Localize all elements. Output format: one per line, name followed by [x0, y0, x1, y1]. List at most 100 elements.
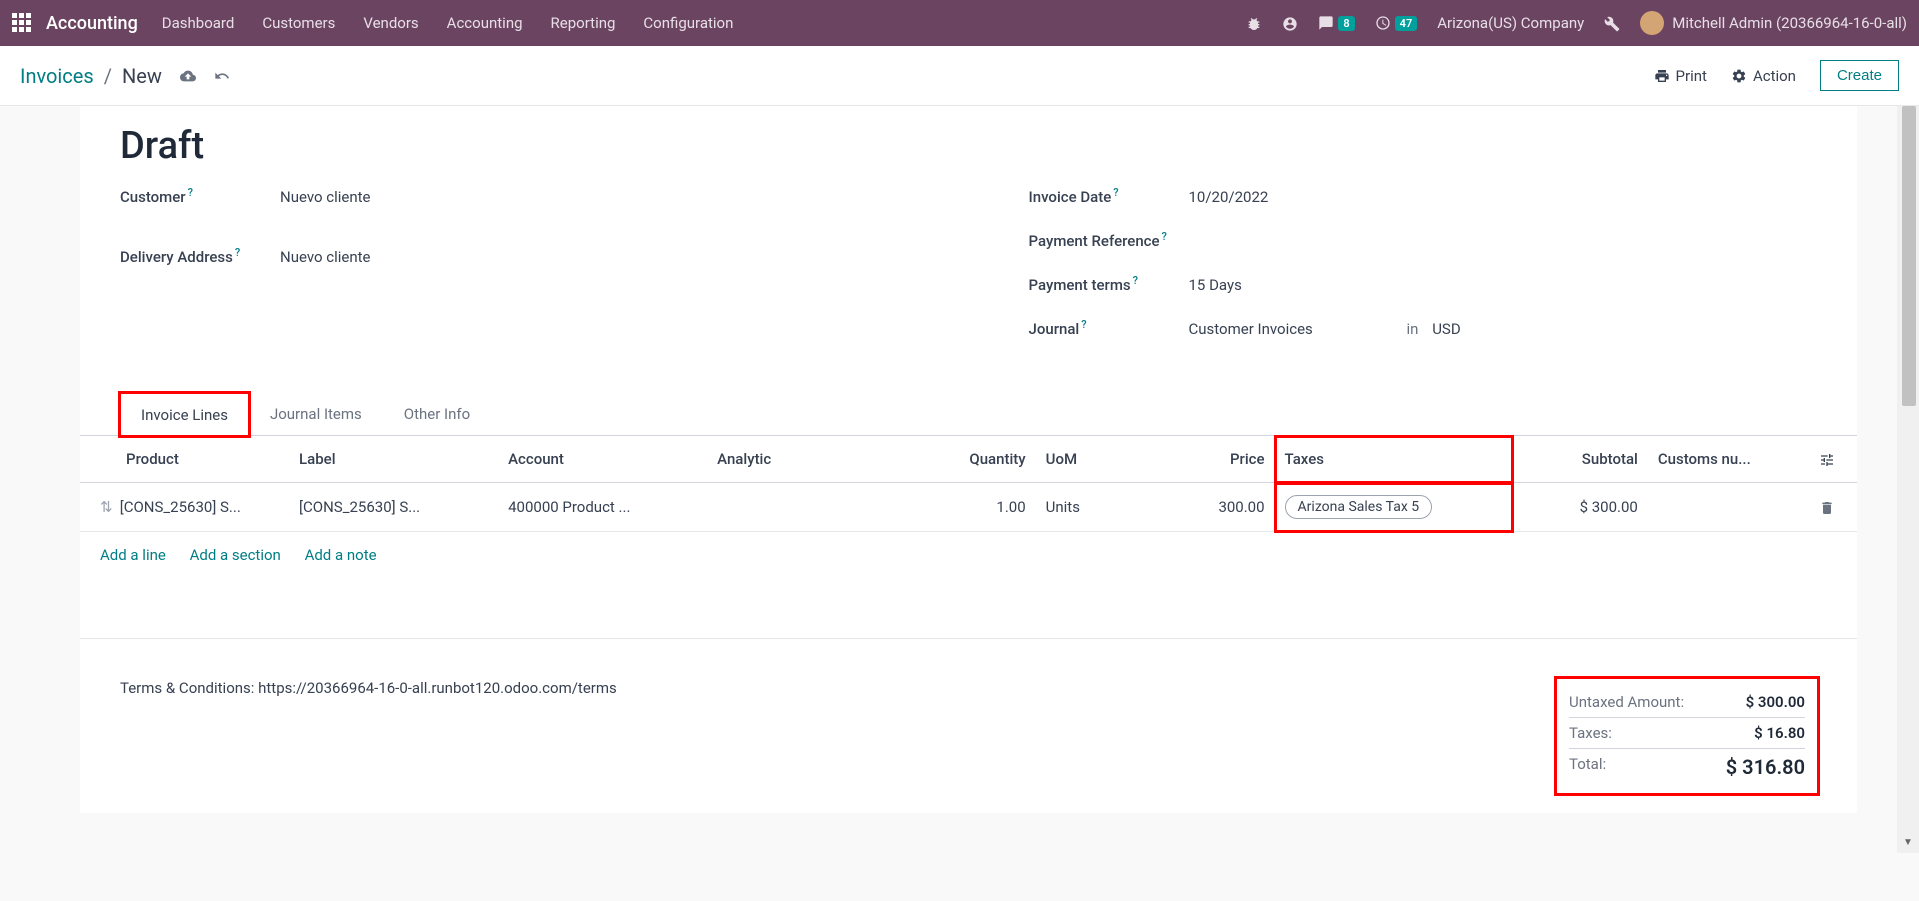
- main-content: Draft Customer? Nuevo cliente Delivery A…: [0, 106, 1897, 853]
- menu-dashboard[interactable]: Dashboard: [162, 14, 235, 32]
- add-line-link[interactable]: Add a line: [100, 546, 166, 564]
- cell-quantity[interactable]: 1.00: [916, 483, 1035, 532]
- table-row[interactable]: ⇅ [CONS_25630] S... [CONS_25630] S... 40…: [80, 483, 1857, 532]
- drag-handle-icon[interactable]: ⇅: [100, 498, 116, 516]
- tax-chip[interactable]: Arizona Sales Tax 5: [1285, 495, 1433, 519]
- cell-product[interactable]: [CONS_25630] S...: [120, 498, 241, 516]
- taxes-value: $ 16.80: [1754, 724, 1805, 742]
- th-quantity[interactable]: Quantity: [916, 436, 1035, 483]
- help-icon[interactable]: ?: [235, 246, 240, 259]
- support-icon[interactable]: [1282, 14, 1298, 33]
- bug-icon[interactable]: [1246, 14, 1262, 33]
- breadcrumb-separator: /: [104, 64, 112, 88]
- gear-icon: [1731, 68, 1747, 84]
- help-icon[interactable]: ?: [188, 186, 193, 199]
- messages-button[interactable]: 8: [1318, 15, 1354, 31]
- invoice-lines-table: Product Label Account Analytic Quantity …: [80, 436, 1857, 578]
- invoice-date-label: Invoice Date?: [1029, 186, 1189, 206]
- footer-area: Terms & Conditions: https://20366964-16-…: [80, 638, 1857, 813]
- add-section-link[interactable]: Add a section: [190, 546, 281, 564]
- discard-icon[interactable]: [214, 67, 230, 83]
- sub-header: Invoices / New Print Action Create: [0, 46, 1919, 106]
- th-customs[interactable]: Customs nu...: [1648, 436, 1797, 483]
- th-account[interactable]: Account: [498, 436, 707, 483]
- messages-badge: 8: [1338, 16, 1354, 31]
- help-icon[interactable]: ?: [1113, 186, 1118, 199]
- header-actions: Print Action Create: [1654, 60, 1899, 91]
- total-value: $ 316.80: [1726, 755, 1805, 779]
- th-uom[interactable]: UoM: [1036, 436, 1155, 483]
- th-analytic[interactable]: Analytic: [707, 436, 916, 483]
- form-grid: Customer? Nuevo cliente Delivery Address…: [80, 186, 1857, 392]
- help-icon[interactable]: ?: [1162, 230, 1167, 243]
- tab-other-info[interactable]: Other Info: [383, 392, 491, 435]
- menu-reporting[interactable]: Reporting: [551, 14, 616, 32]
- payment-ref-label: Payment Reference?: [1029, 230, 1189, 250]
- cell-customs[interactable]: [1648, 483, 1797, 532]
- delivery-label: Delivery Address?: [120, 246, 280, 266]
- menu-customers[interactable]: Customers: [262, 14, 335, 32]
- main-menu: Dashboard Customers Vendors Accounting R…: [162, 14, 734, 32]
- topnav-right: 8 47 Arizona(US) Company Mitchell Admin …: [1246, 11, 1907, 35]
- th-label[interactable]: Label: [289, 436, 498, 483]
- customer-label: Customer?: [120, 186, 280, 206]
- tab-invoice-lines[interactable]: Invoice Lines: [120, 393, 249, 436]
- user-menu[interactable]: Mitchell Admin (20366964-16-0-all): [1640, 11, 1907, 35]
- scroll-down-icon[interactable]: ▼: [1901, 837, 1915, 851]
- total-label: Total:: [1569, 755, 1606, 779]
- menu-accounting[interactable]: Accounting: [447, 14, 523, 32]
- activities-button[interactable]: 47: [1375, 15, 1418, 31]
- delivery-value[interactable]: Nuevo cliente: [280, 248, 909, 266]
- user-name: Mitchell Admin (20366964-16-0-all): [1672, 14, 1907, 32]
- customer-value[interactable]: Nuevo cliente: [280, 188, 909, 206]
- vertical-scrollbar[interactable]: ▲ ▼: [1897, 106, 1919, 853]
- delete-row-icon[interactable]: [1819, 498, 1835, 516]
- th-price[interactable]: Price: [1155, 436, 1274, 483]
- action-label: Action: [1753, 67, 1796, 85]
- app-brand[interactable]: Accounting: [46, 13, 138, 34]
- create-button[interactable]: Create: [1820, 60, 1899, 91]
- activities-badge: 47: [1395, 16, 1418, 31]
- untaxed-label: Untaxed Amount:: [1569, 693, 1684, 711]
- th-subtotal[interactable]: Subtotal: [1513, 436, 1647, 483]
- columns-settings-icon: [1819, 452, 1835, 468]
- invoice-date-value[interactable]: 10/20/2022: [1189, 188, 1818, 206]
- payment-terms-value[interactable]: 15 Days: [1189, 276, 1818, 294]
- totals-box: Untaxed Amount: $ 300.00 Taxes: $ 16.80 …: [1557, 679, 1817, 793]
- cloud-save-icon[interactable]: [180, 67, 196, 83]
- breadcrumb: Invoices / New: [20, 64, 230, 88]
- breadcrumb-root[interactable]: Invoices: [20, 64, 94, 88]
- print-label: Print: [1676, 67, 1707, 85]
- th-taxes[interactable]: Taxes: [1275, 436, 1514, 483]
- th-settings[interactable]: [1797, 436, 1857, 483]
- payment-terms-label: Payment terms?: [1029, 274, 1189, 294]
- company-selector[interactable]: Arizona(US) Company: [1437, 14, 1584, 32]
- terms-text[interactable]: Terms & Conditions: https://20366964-16-…: [120, 679, 1557, 793]
- cell-analytic[interactable]: [707, 483, 916, 532]
- cell-subtotal: $ 300.00: [1513, 483, 1647, 532]
- untaxed-value: $ 300.00: [1746, 693, 1805, 711]
- tools-icon[interactable]: [1604, 14, 1620, 33]
- menu-configuration[interactable]: Configuration: [643, 14, 733, 32]
- add-note-link[interactable]: Add a note: [305, 546, 377, 564]
- apps-icon[interactable]: [12, 13, 32, 33]
- cell-label[interactable]: [CONS_25630] S...: [289, 483, 498, 532]
- journal-label: Journal?: [1029, 318, 1189, 338]
- cell-account[interactable]: 400000 Product ...: [498, 483, 707, 532]
- help-icon[interactable]: ?: [1081, 318, 1086, 331]
- cell-price[interactable]: 300.00: [1155, 483, 1274, 532]
- cell-taxes[interactable]: Arizona Sales Tax 5: [1275, 483, 1514, 532]
- cell-uom[interactable]: Units: [1036, 483, 1155, 532]
- tab-journal-items[interactable]: Journal Items: [249, 392, 383, 435]
- taxes-label: Taxes:: [1569, 724, 1612, 742]
- avatar: [1640, 11, 1664, 35]
- menu-vendors[interactable]: Vendors: [363, 14, 418, 32]
- page-title: Draft: [80, 106, 1857, 186]
- th-product[interactable]: Product: [80, 436, 289, 483]
- help-icon[interactable]: ?: [1133, 274, 1138, 287]
- scrollbar-thumb[interactable]: [1902, 106, 1916, 406]
- print-button[interactable]: Print: [1654, 67, 1707, 85]
- add-row: Add a line Add a section Add a note: [80, 532, 1857, 579]
- action-button[interactable]: Action: [1731, 67, 1796, 85]
- journal-value[interactable]: Customer Invoices in USD: [1189, 320, 1818, 338]
